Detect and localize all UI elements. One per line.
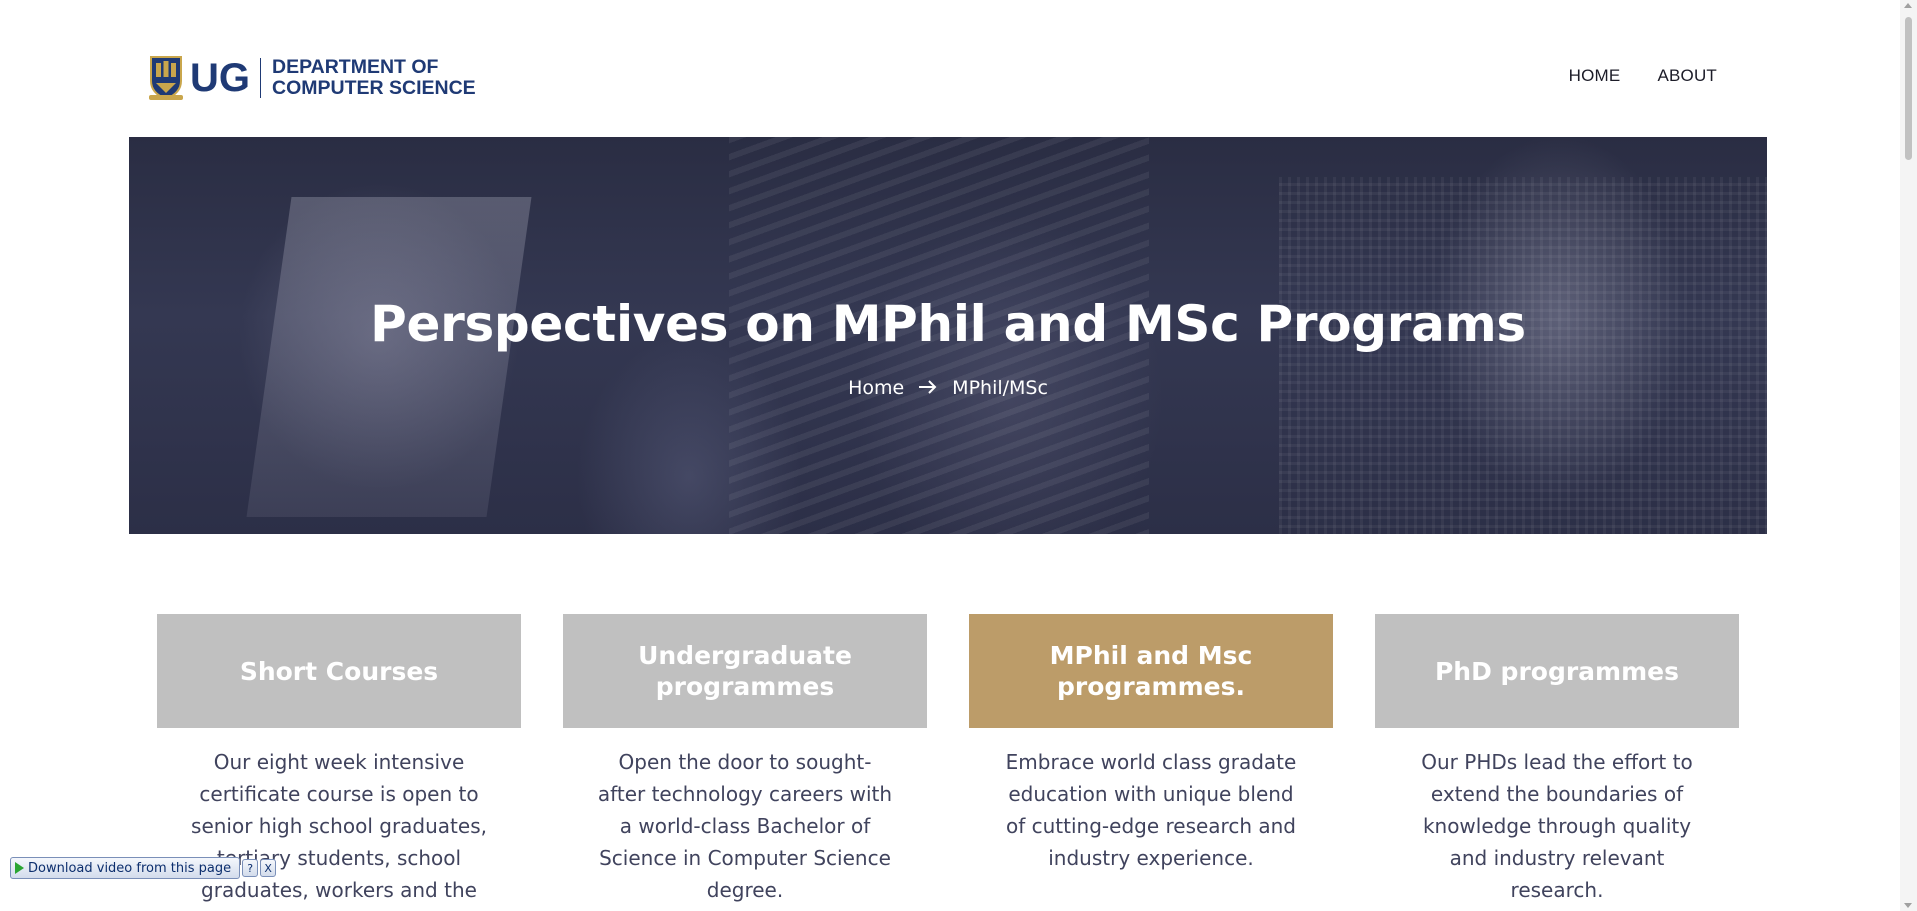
card-header[interactable]: PhD programmes bbox=[1375, 614, 1739, 728]
hero-banner: Perspectives on MPhil and MSc Programs H… bbox=[129, 137, 1767, 534]
help-button[interactable]: ? bbox=[242, 859, 259, 877]
card-header[interactable]: Undergraduate programmes bbox=[563, 614, 927, 728]
site-logo[interactable]: UG DEPARTMENT OF COMPUTER SCIENCE bbox=[148, 55, 476, 101]
logo-dept-line1: DEPARTMENT OF bbox=[272, 56, 439, 78]
nav-home-link[interactable]: HOME bbox=[1569, 66, 1621, 86]
card-description: Embrace world class gradate education wi… bbox=[1005, 750, 1297, 870]
breadcrumb-home-link[interactable]: Home bbox=[848, 377, 904, 399]
card-undergraduate[interactable]: Undergraduate programmes Open the door t… bbox=[563, 614, 927, 906]
card-description: Our PHDs lead the effort to extend the b… bbox=[1421, 750, 1693, 902]
download-video-label: Download video from this page bbox=[28, 860, 232, 876]
main-nav: HOME ABOUT bbox=[1569, 66, 1717, 86]
close-button[interactable]: X bbox=[260, 859, 277, 877]
card-mphil-msc[interactable]: MPhil and Msc programmes. Embrace world … bbox=[969, 614, 1333, 906]
card-header-active[interactable]: MPhil and Msc programmes. bbox=[969, 614, 1333, 728]
page-title: Perspectives on MPhil and MSc Programs bbox=[370, 295, 1526, 353]
logo-dept-line2: COMPUTER SCIENCE bbox=[272, 77, 476, 99]
card-title: Short Courses bbox=[239, 656, 439, 686]
download-video-button[interactable]: Download video from this page bbox=[10, 857, 241, 879]
university-crest-icon bbox=[148, 55, 184, 101]
site-header: UG DEPARTMENT OF COMPUTER SCIENCE HOME A… bbox=[0, 0, 1900, 137]
card-description: Our eight week intensive certificate cou… bbox=[191, 750, 487, 902]
logo-divider bbox=[260, 58, 261, 98]
download-video-bar: Download video from this page ? X bbox=[10, 857, 277, 879]
logo-abbreviation: UG bbox=[190, 56, 250, 100]
card-title: Undergraduate programmes bbox=[638, 641, 852, 701]
arrow-right-icon bbox=[918, 379, 938, 398]
nav-about-link[interactable]: ABOUT bbox=[1657, 66, 1717, 86]
breadcrumb: Home MPhil/MSc bbox=[129, 377, 1767, 399]
scroll-up-icon[interactable] bbox=[1904, 3, 1912, 8]
breadcrumb-current: MPhil/MSc bbox=[952, 377, 1048, 399]
scroll-thumb[interactable] bbox=[1905, 17, 1912, 160]
card-phd[interactable]: PhD programmes Our PHDs lead the effort … bbox=[1375, 614, 1739, 906]
card-title: MPhil and Msc programmes. bbox=[1049, 641, 1253, 701]
play-icon bbox=[15, 862, 24, 874]
logo-department-name: DEPARTMENT OF COMPUTER SCIENCE bbox=[272, 57, 476, 99]
hero-background-image bbox=[246, 197, 532, 517]
page-scrollbar[interactable] bbox=[1900, 0, 1917, 911]
scroll-down-icon[interactable] bbox=[1904, 903, 1912, 908]
programme-cards: Short Courses Our eight week intensive c… bbox=[157, 614, 1739, 906]
card-header[interactable]: Short Courses bbox=[157, 614, 521, 728]
card-title: PhD programmes bbox=[1434, 656, 1679, 686]
card-description: Open the door to sought-after technology… bbox=[597, 750, 893, 902]
